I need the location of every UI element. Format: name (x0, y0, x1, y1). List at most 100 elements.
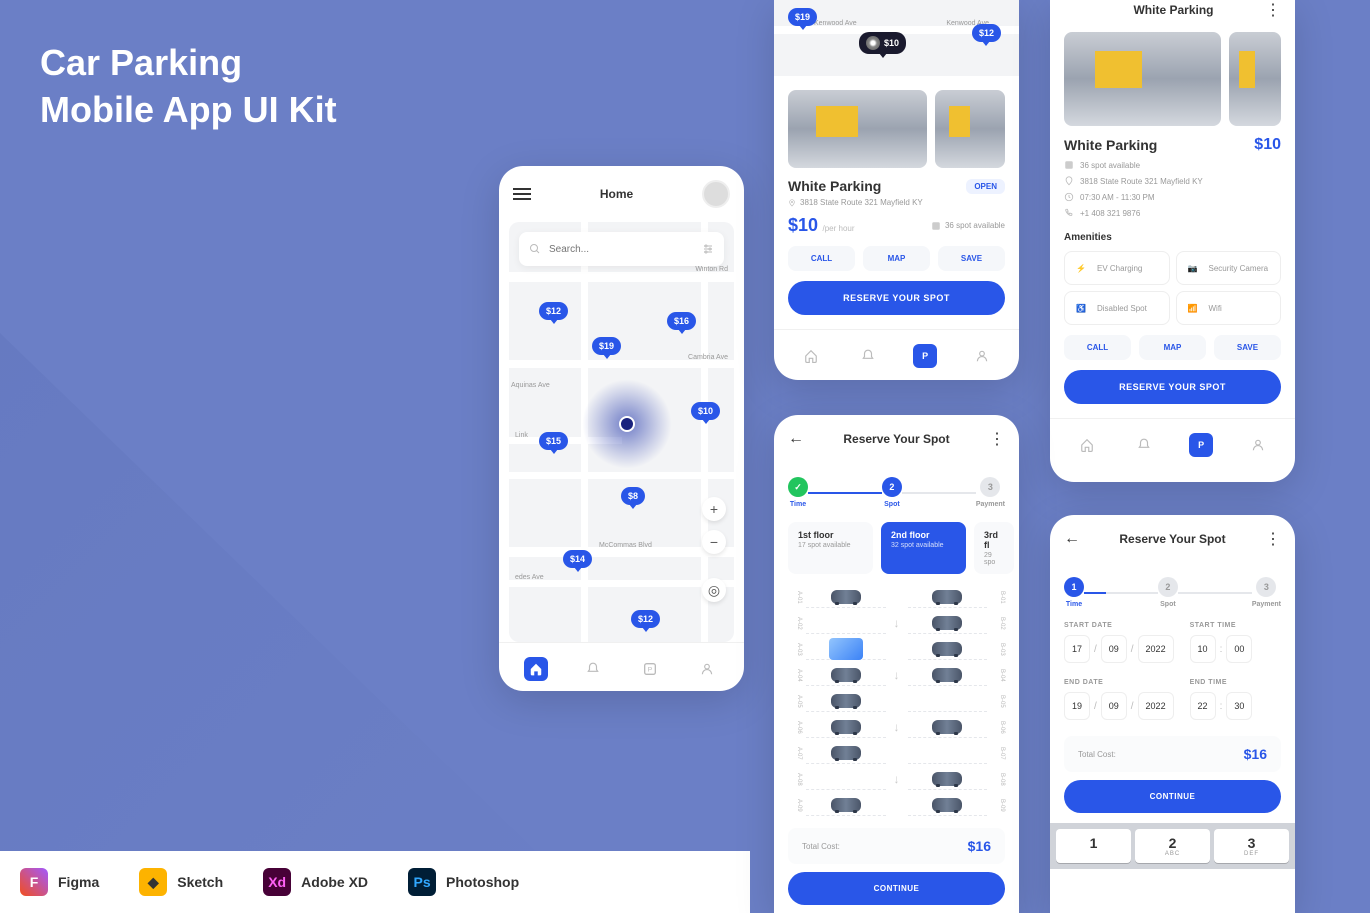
nav-notifications[interactable] (1132, 433, 1156, 457)
parking-spot[interactable] (908, 586, 988, 608)
call-button[interactable]: CALL (788, 246, 855, 271)
nav-parking[interactable]: P (638, 657, 662, 681)
parking-image[interactable] (788, 90, 927, 168)
home-map[interactable]: Winton Rd Cambria Ave McCommas Blvd edes… (509, 222, 734, 642)
key-1[interactable]: 1 (1056, 829, 1131, 863)
zoom-in-button[interactable]: + (702, 497, 726, 521)
step-spot: 2 (882, 477, 902, 497)
call-button[interactable]: CALL (1064, 335, 1131, 360)
continue-button[interactable]: CONTINUE (1064, 780, 1281, 813)
map-button[interactable]: MAP (863, 246, 930, 271)
start-day[interactable]: 17 (1064, 635, 1090, 663)
arrow-down-icon: ↓ (894, 720, 900, 734)
photoshop-icon: Ps (408, 868, 436, 896)
price-pin[interactable]: $16 (667, 312, 696, 330)
car-icon (932, 772, 962, 786)
back-icon[interactable]: ← (1064, 530, 1080, 548)
price-pin[interactable]: $12 (972, 24, 1001, 42)
price-pin-selected[interactable]: $10 (859, 32, 906, 54)
parking-spot[interactable] (908, 716, 988, 738)
nav-parking[interactable]: P (1189, 433, 1213, 457)
nav-profile[interactable] (970, 344, 994, 368)
start-year[interactable]: 2022 (1138, 635, 1174, 663)
end-min[interactable]: 30 (1226, 692, 1252, 720)
parking-spot[interactable] (806, 768, 886, 790)
parking-spot[interactable] (806, 612, 886, 634)
floor-tab-3[interactable]: 3rd fl29 spo (974, 522, 1014, 574)
search-box[interactable] (519, 232, 724, 266)
hours-row: 07:30 AM - 11:30 PM (1064, 192, 1281, 202)
car-icon (932, 798, 962, 812)
keypad: 1 2ABC 3DEF (1050, 823, 1295, 869)
parking-spot[interactable] (806, 716, 886, 738)
end-hour[interactable]: 22 (1190, 692, 1216, 720)
parking-spot[interactable] (908, 664, 988, 686)
back-icon[interactable]: ← (788, 430, 804, 448)
filter-icon[interactable] (702, 243, 714, 255)
nav-home[interactable] (799, 344, 823, 368)
price-pin[interactable]: $19 (592, 337, 621, 355)
parking-spot[interactable] (806, 690, 886, 712)
reserve-button[interactable]: RESERVE YOUR SPOT (1064, 370, 1281, 404)
price-pin[interactable]: $15 (539, 432, 568, 450)
reserve-button[interactable]: RESERVE YOUR SPOT (788, 281, 1005, 315)
detail-map[interactable]: Kenwood Ave Kenwood Ave $19 $10 $12 (774, 0, 1019, 76)
car-icon (831, 694, 861, 708)
car-icon (831, 746, 861, 760)
zoom-out-button[interactable]: − (702, 530, 726, 554)
avatar[interactable] (702, 180, 730, 208)
continue-button[interactable]: CONTINUE (788, 872, 1005, 905)
nav-home[interactable] (524, 657, 548, 681)
more-icon[interactable]: ⋮ (989, 429, 1005, 449)
floor-tab-2[interactable]: 2nd floor32 spot available (881, 522, 966, 574)
parking-spot[interactable] (806, 664, 886, 686)
floor-tab-1[interactable]: 1st floor17 spot available (788, 522, 873, 574)
key-2[interactable]: 2ABC (1135, 829, 1210, 863)
parking-spot[interactable] (908, 612, 988, 634)
parking-spot[interactable] (806, 794, 886, 816)
parking-spot[interactable] (908, 794, 988, 816)
search-input[interactable] (549, 244, 694, 255)
parking-spot[interactable] (908, 638, 988, 660)
end-day[interactable]: 19 (1064, 692, 1090, 720)
price-pin[interactable]: $12 (631, 610, 660, 628)
more-icon[interactable]: ⋮ (1265, 0, 1281, 20)
save-button[interactable]: SAVE (938, 246, 1005, 271)
parking-image[interactable] (1064, 32, 1221, 126)
save-button[interactable]: SAVE (1214, 335, 1281, 360)
price-pin[interactable]: $19 (788, 8, 817, 26)
end-month[interactable]: 09 (1101, 692, 1127, 720)
parking-spot[interactable] (908, 768, 988, 790)
floor-tabs: 1st floor17 spot available 2nd floor32 s… (774, 522, 1019, 574)
locate-button[interactable]: ◎ (702, 578, 726, 602)
parking-image[interactable] (1229, 32, 1281, 126)
start-month[interactable]: 09 (1101, 635, 1127, 663)
nav-profile[interactable] (1246, 433, 1270, 457)
parking-spot[interactable] (908, 690, 988, 712)
more-icon[interactable]: ⋮ (1265, 529, 1281, 549)
nav-notifications[interactable] (581, 657, 605, 681)
price-pin[interactable]: $10 (691, 402, 720, 420)
start-min[interactable]: 00 (1226, 635, 1252, 663)
start-hour[interactable]: 10 (1190, 635, 1216, 663)
price-pin[interactable]: $8 (621, 487, 645, 505)
nav-home[interactable] (1075, 433, 1099, 457)
address-row: 3818 State Route 321 Mayfield KY (1064, 176, 1281, 186)
parking-image[interactable] (935, 90, 1005, 168)
price-pin[interactable]: $12 (539, 302, 568, 320)
end-year[interactable]: 2022 (1138, 692, 1174, 720)
price-pin[interactable]: $14 (563, 550, 592, 568)
parking-spot[interactable] (806, 638, 886, 660)
key-3[interactable]: 3DEF (1214, 829, 1289, 863)
parking-spot[interactable] (806, 742, 886, 764)
car-icon (831, 798, 861, 812)
parking-spot[interactable] (908, 742, 988, 764)
map-button[interactable]: MAP (1139, 335, 1206, 360)
nav-notifications[interactable] (856, 344, 880, 368)
parking-card: White Parking OPEN 3818 State Route 321 … (774, 76, 1019, 329)
clock-icon (1064, 192, 1074, 202)
parking-spot[interactable] (806, 586, 886, 608)
menu-icon[interactable] (513, 188, 531, 200)
nav-profile[interactable] (695, 657, 719, 681)
nav-parking[interactable]: P (913, 344, 937, 368)
